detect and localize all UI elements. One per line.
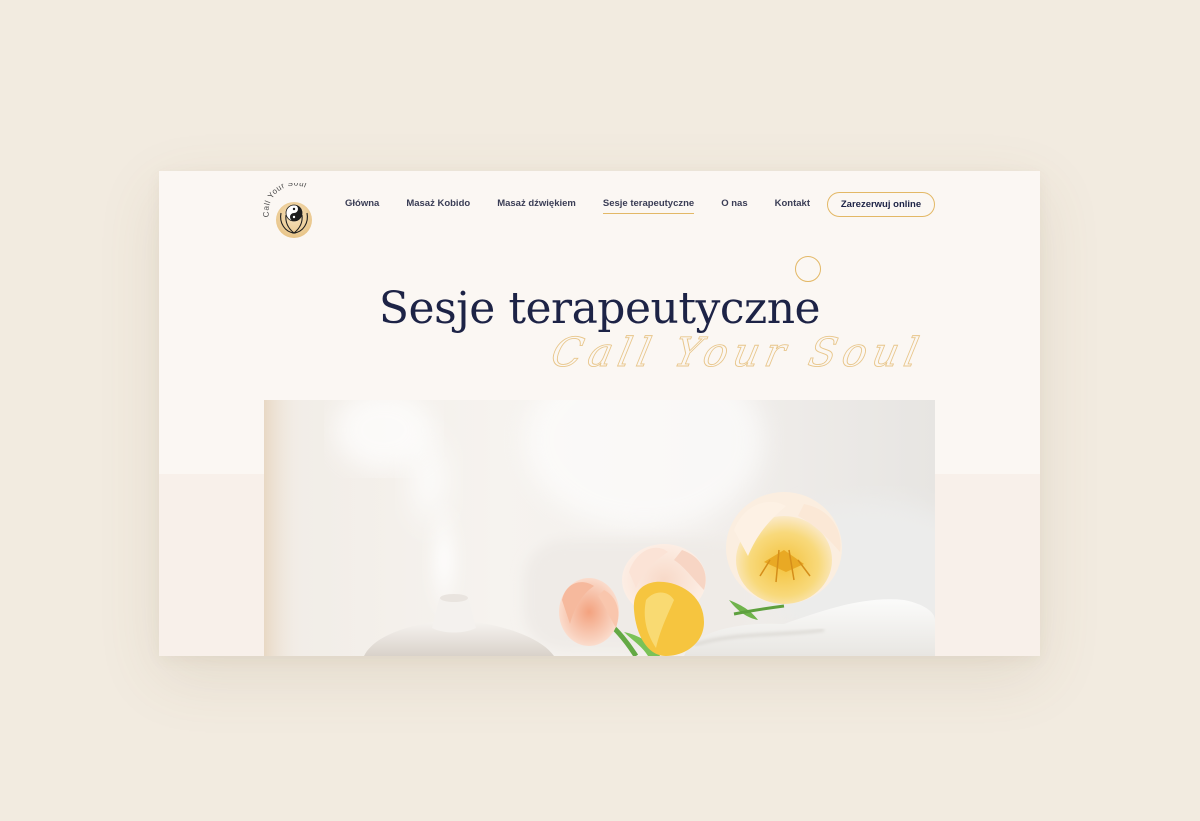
page-title: Sesje terapeutyczne xyxy=(378,283,821,334)
site-logo[interactable]: Call Your Soul xyxy=(259,178,329,243)
nav-item-kontakt[interactable]: Kontakt xyxy=(775,198,810,211)
nav-item-o-nas[interactable]: O nas xyxy=(721,198,747,211)
hero-image xyxy=(264,400,935,656)
nav-item-glowna[interactable]: Główna xyxy=(345,198,379,211)
logo-emblem-icon: Call Your Soul xyxy=(261,178,312,238)
website-card: Call Your Soul Główna Masaż Kobido Masaż… xyxy=(159,171,1040,656)
decorative-circle xyxy=(795,256,821,282)
nav-item-masaz-kobido[interactable]: Masaż Kobido xyxy=(406,198,470,211)
nav-item-sesje-terapeutyczne[interactable]: Sesje terapeutyczne xyxy=(602,198,695,214)
book-online-button[interactable]: Zarezerwuj online xyxy=(827,192,935,217)
nav-item-masaz-dzwiekiem[interactable]: Masaż dźwiękiem xyxy=(497,198,576,211)
main-navigation: Główna Masaż Kobido Masaż dźwiękiem Sesj… xyxy=(345,192,935,217)
script-tagline-text: Call Your Soul xyxy=(547,328,928,375)
